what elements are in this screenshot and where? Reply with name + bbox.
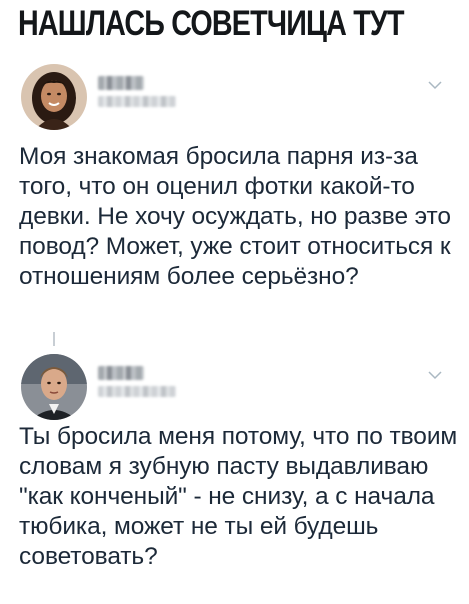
chevron-down-icon[interactable] [428,370,442,380]
page-headline: НАШЛАСЬ СОВЕТЧИЦА ТУТ [18,4,404,43]
tweet-text: Моя знакомая бросила парня из-за того, ч… [19,143,451,290]
avatar-image [21,64,87,130]
thread-connector [53,332,55,346]
tweet-text: Ты бросила меня потому, что по твоим сло… [19,423,458,570]
avatar-image [21,354,87,420]
author-name-blurred[interactable] [98,366,144,380]
avatar[interactable] [21,354,87,420]
chevron-down-icon[interactable] [428,80,442,90]
author-name-blurred[interactable] [98,76,144,90]
author-handle-blurred[interactable] [98,96,176,107]
avatar[interactable] [21,64,87,130]
author-handle-blurred[interactable] [98,386,176,397]
